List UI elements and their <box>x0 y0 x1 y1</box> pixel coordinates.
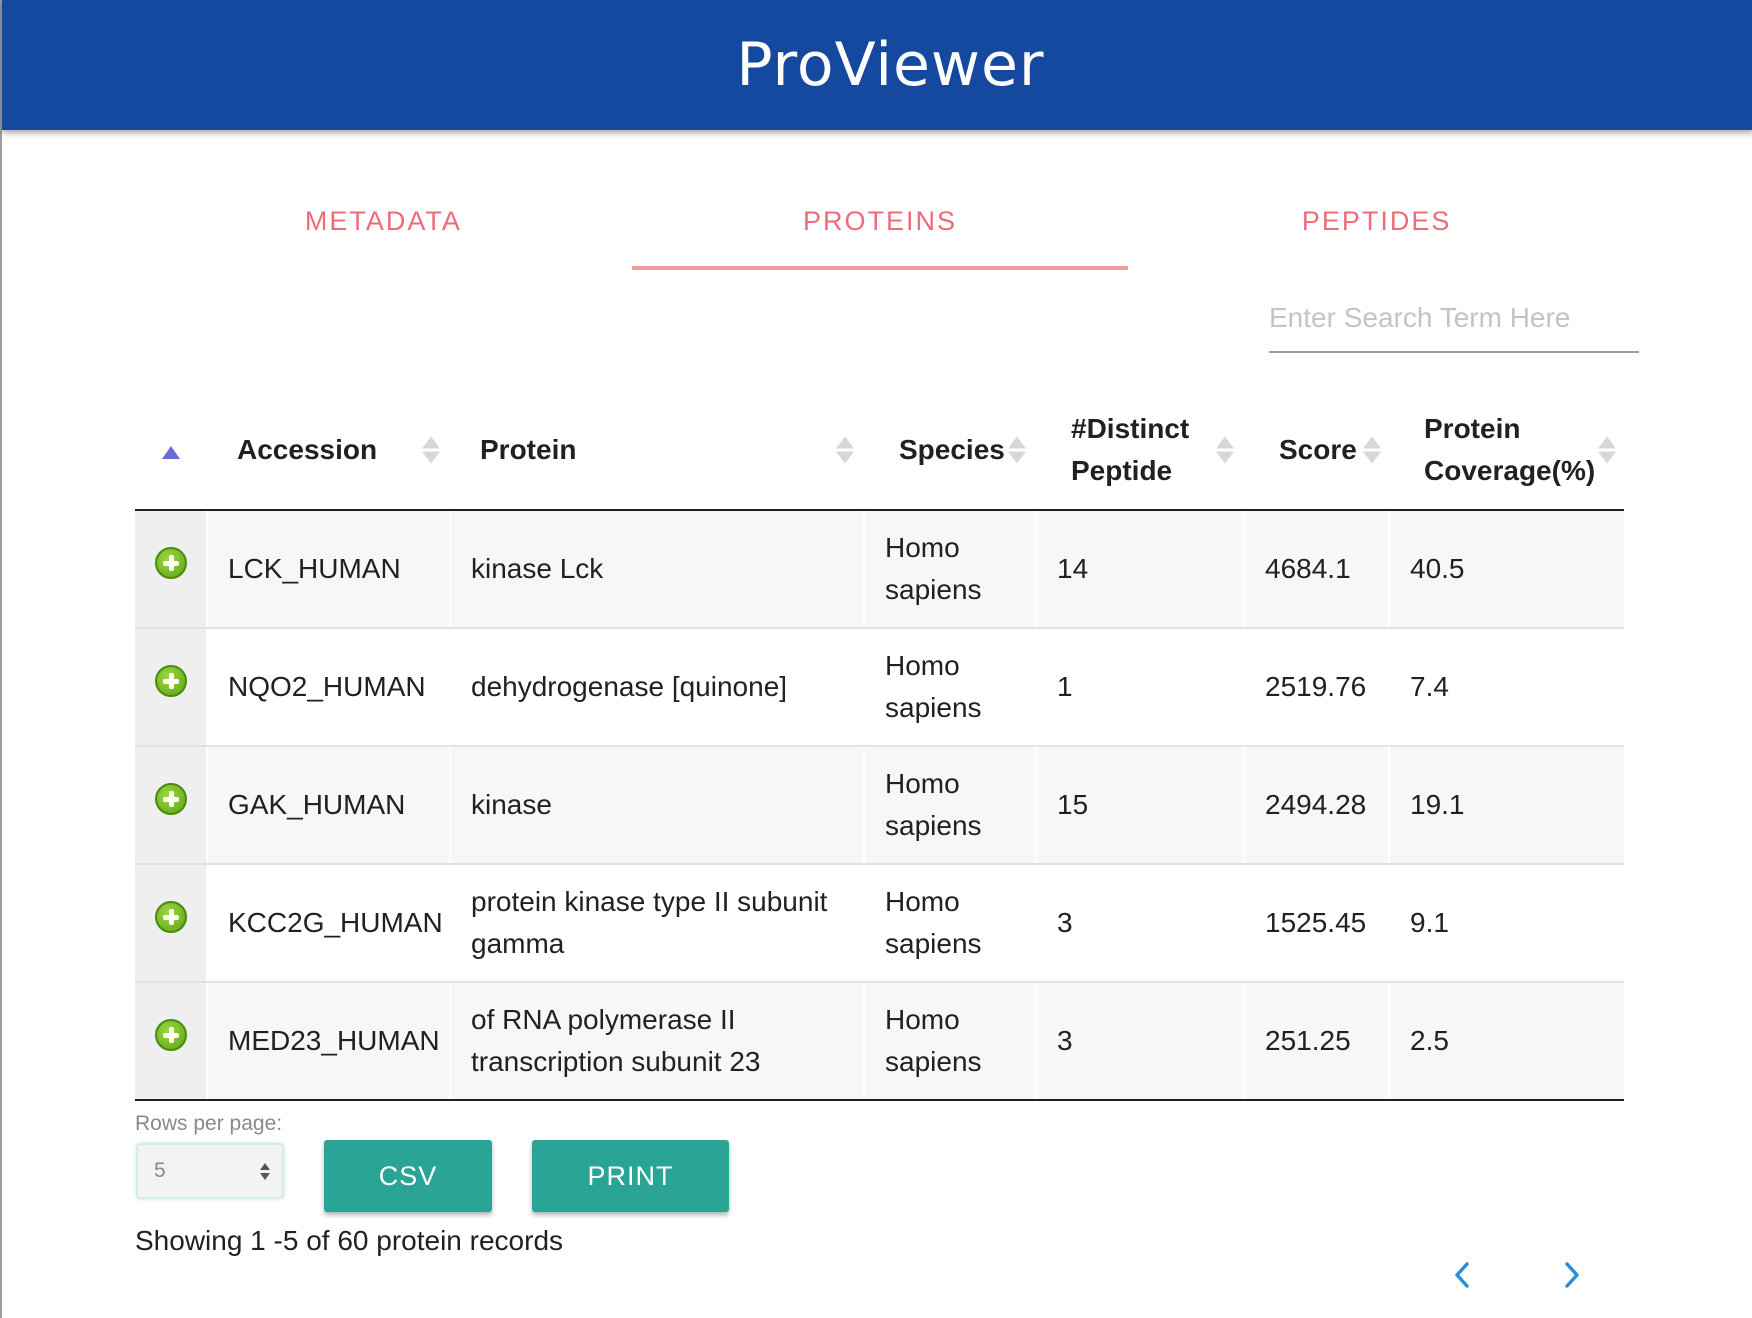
column-header-coverage[interactable]: Protein Coverage(%) <box>1389 390 1624 511</box>
row-expand-cell[interactable] <box>135 864 208 983</box>
table-row[interactable]: NQO2_HUMAN dehydrogenase [quinone] Homo … <box>135 628 1624 747</box>
sort-arrows-icon <box>1008 436 1026 463</box>
cell-accession: LCK_HUMAN <box>207 510 450 629</box>
chevron-left-icon <box>1455 1262 1469 1288</box>
cell-score: 2519.76 <box>1243 628 1389 747</box>
table-row[interactable]: LCK_HUMAN kinase Lck Homo sapiens 14 468… <box>135 510 1624 629</box>
cell-protein: protein kinase type II subunit gamma <box>449 864 864 983</box>
sort-arrows-icon <box>1363 436 1381 463</box>
plus-circle-icon[interactable] <box>155 783 187 815</box>
column-header-protein[interactable]: Protein <box>450 390 864 511</box>
cell-score: 251.25 <box>1243 982 1389 1101</box>
cell-coverage: 9.1 <box>1388 864 1624 983</box>
cell-protein: kinase <box>449 746 864 865</box>
rows-per-page-select[interactable]: 5 <box>136 1143 284 1199</box>
cell-protein: kinase Lck <box>449 510 864 629</box>
table-row[interactable]: GAK_HUMAN kinase Homo sapiens 15 2494.28… <box>135 746 1624 865</box>
cell-coverage: 2.5 <box>1388 982 1624 1101</box>
cell-coverage: 7.4 <box>1388 628 1624 747</box>
cell-accession: MED23_HUMAN <box>207 982 450 1101</box>
cell-species: Homo sapiens <box>863 510 1036 629</box>
row-expand-cell[interactable] <box>135 746 208 865</box>
cell-accession: GAK_HUMAN <box>207 746 450 865</box>
cell-coverage: 40.5 <box>1388 510 1624 629</box>
tab-metadata[interactable]: METADATA <box>135 175 632 267</box>
cell-distinct-peptide: 15 <box>1035 746 1244 865</box>
plus-circle-icon[interactable] <box>155 547 187 579</box>
table-row[interactable]: MED23_HUMAN of RNA polymerase II transcr… <box>135 982 1624 1101</box>
plus-circle-icon[interactable] <box>155 1019 187 1051</box>
select-arrows-icon <box>260 1163 270 1180</box>
page: ProViewer METADATA PROTEINS PEPTIDES Acc… <box>0 0 1752 1318</box>
table-header-row: Accession Protein Species #Distinct Pept… <box>135 390 1624 511</box>
sort-arrows-icon <box>1598 436 1616 463</box>
cell-species: Homo sapiens <box>863 864 1036 983</box>
cell-species: Homo sapiens <box>863 982 1036 1101</box>
csv-button[interactable]: CSV <box>324 1140 492 1212</box>
cell-score: 4684.1 <box>1243 510 1389 629</box>
cell-distinct-peptide: 3 <box>1035 864 1244 983</box>
cell-accession: KCC2G_HUMAN <box>207 864 450 983</box>
column-header-accession[interactable]: Accession <box>207 390 450 511</box>
records-status: Showing 1 -5 of 60 protein records <box>135 1225 564 1256</box>
column-header-species[interactable]: Species <box>864 390 1036 511</box>
plus-circle-icon[interactable] <box>155 901 187 933</box>
cell-protein: dehydrogenase [quinone] <box>449 628 864 747</box>
tab-bar: METADATA PROTEINS PEPTIDES <box>135 175 1625 270</box>
cell-score: 2494.28 <box>1243 746 1389 865</box>
app-bar: ProViewer <box>2 0 1752 130</box>
tab-proteins[interactable]: PROTEINS <box>631 175 1129 270</box>
proteins-table: Accession Protein Species #Distinct Pept… <box>135 390 1624 1101</box>
cell-distinct-peptide: 3 <box>1035 982 1244 1101</box>
previous-page-button[interactable] <box>1442 1255 1482 1295</box>
search-input[interactable] <box>1269 285 1639 353</box>
table-row[interactable]: KCC2G_HUMAN protein kinase type II subun… <box>135 864 1624 983</box>
cell-distinct-peptide: 1 <box>1035 628 1244 747</box>
expand-column-header[interactable] <box>135 390 207 511</box>
app-title: ProViewer <box>736 30 1045 100</box>
cell-protein: of RNA polymerase II transcription subun… <box>449 982 864 1101</box>
row-expand-cell[interactable] <box>135 628 208 747</box>
next-page-button[interactable] <box>1552 1255 1592 1295</box>
sort-arrows-icon <box>836 436 854 463</box>
sort-ascending-icon <box>162 445 180 459</box>
cell-coverage: 19.1 <box>1388 746 1624 865</box>
chevron-right-icon <box>1565 1262 1579 1288</box>
cell-species: Homo sapiens <box>863 746 1036 865</box>
row-expand-cell[interactable] <box>135 982 208 1101</box>
cell-score: 1525.45 <box>1243 864 1389 983</box>
cell-accession: NQO2_HUMAN <box>207 628 450 747</box>
rows-per-page-label: Rows per page: <box>135 1112 283 1135</box>
plus-circle-icon[interactable] <box>155 665 187 697</box>
print-button[interactable]: PRINT <box>532 1140 729 1212</box>
column-header-distinct-peptide[interactable]: #Distinct Peptide <box>1036 390 1244 511</box>
row-expand-cell[interactable] <box>135 510 208 629</box>
sort-arrows-icon <box>422 436 440 463</box>
cell-species: Homo sapiens <box>863 628 1036 747</box>
tab-peptides[interactable]: PEPTIDES <box>1128 175 1625 267</box>
column-header-score[interactable]: Score <box>1244 390 1389 511</box>
cell-distinct-peptide: 14 <box>1035 510 1244 629</box>
sort-arrows-icon <box>1216 436 1234 463</box>
rows-per-page-value: 5 <box>154 1159 166 1182</box>
